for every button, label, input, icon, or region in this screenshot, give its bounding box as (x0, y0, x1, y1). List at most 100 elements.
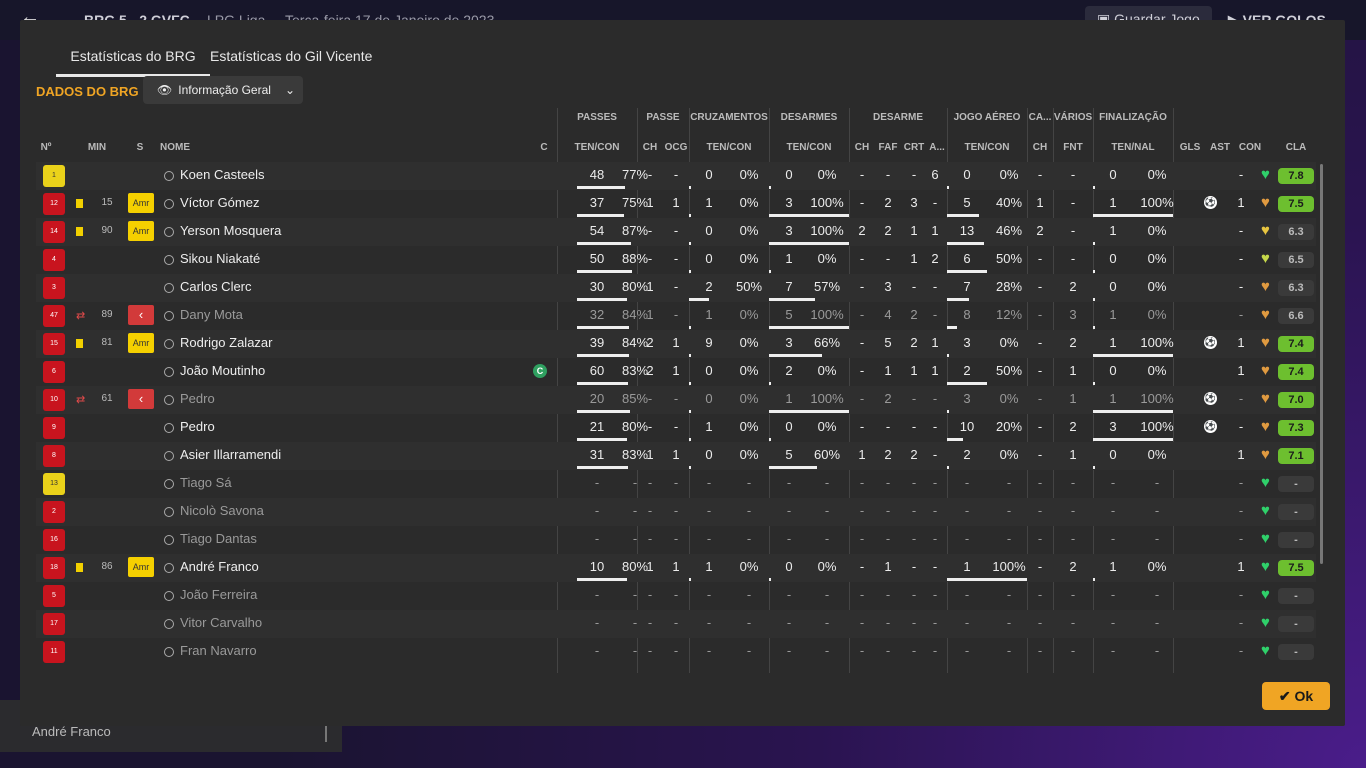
table-row[interactable]: 13 Tiago Sá - - - - - - - - - - - - - - - - - - - ♥ - (36, 470, 1316, 498)
assists: 1 (1237, 335, 1245, 350)
background-scroll-handle[interactable] (325, 726, 327, 742)
table-row[interactable]: 2 Nicolò Savona - - - - - - - - - - - - - - - - - - - ♥ - (36, 498, 1316, 526)
tackles-won-pct: 0% (817, 167, 837, 182)
tackles-completion-bar (769, 410, 849, 413)
key-tackles: - (859, 587, 865, 602)
interceptions: 2 (910, 307, 918, 322)
blocks: - (932, 559, 938, 574)
assists: - (1238, 475, 1244, 490)
blocks: - (932, 503, 938, 518)
table-row[interactable]: 8 Asier Illarramendi 31 83% 1 1 0 0% 5 60% 1 2 2-2 0%… (36, 442, 1316, 470)
player-name[interactable]: Fran Navarro (180, 638, 257, 664)
shirt-number-icon: 18 (43, 557, 65, 579)
player-name[interactable]: Asier Illarramendi (180, 442, 281, 468)
table-row[interactable]: 12 15 Amr Víctor Gómez 37 75% 1 1 1 0% 3 100% -2 3-5 4… (36, 190, 1316, 218)
condition-heart-icon: ♥ (1261, 222, 1270, 239)
person-icon (164, 507, 174, 517)
passes-attempted: - (594, 503, 600, 518)
column-header: TEN/CON (786, 142, 832, 153)
table-row[interactable]: 47 ⇄ 89 ‹ Dany Mota 32 84% 1-1 0% 5 100% -4 2-8 12% -3… (36, 302, 1316, 330)
headers-completion-bar (947, 326, 957, 329)
fouls: - (885, 503, 891, 518)
table-row[interactable]: 6 João Moutinho C 60 83% 2 1 0 0% 2 0% -1 1 1 2 50% -1 0 0… (36, 358, 1316, 386)
player-name[interactable]: Carlos Clerc (180, 274, 252, 300)
match-stats-dialog: Estatísticas do BRG Estatísticas do Gil … (20, 20, 1345, 726)
table-row[interactable]: 10 ⇄ 61 ‹ Pedro 20 85% - -0 0% 1 100% -2- -3 0% -1 1 100%… (36, 386, 1316, 414)
passes-completion-bar (577, 326, 629, 329)
shots-on-target-pct: 0% (1147, 279, 1167, 294)
table-row[interactable]: 3 Carlos Clerc 30 80% 1-2 50% 7 57% -3- -7 28% -2 0 0… (36, 274, 1316, 302)
ok-button[interactable]: ✔ Ok (1262, 682, 1330, 710)
table-row[interactable]: 18 86 Amr André Franco 10 80% 1 1 1 0% 0 0% -1- -1 100… (36, 554, 1316, 582)
headers-attempted: 3 (963, 335, 971, 350)
table-row[interactable]: 9 Pedro 21 80% - -1 0% 0 0% - - - -10 20% -2 3 100% ⚽ - ♥ 7.… (36, 414, 1316, 442)
player-name[interactable]: Sikou Niakaté (180, 246, 260, 272)
shots-on-target-pct: - (1154, 531, 1160, 546)
player-name[interactable]: André Franco (180, 554, 259, 580)
table-row[interactable]: 14 90 Amr Yerson Mosquera 54 87% - -0 0% 3 100% 2 2 1… (36, 218, 1316, 246)
blocks: - (932, 279, 938, 294)
player-name[interactable]: Yerson Mosquera (180, 218, 281, 244)
table-row[interactable]: 1 Koen Casteels 48 77% - -0 0% 0 0% - - -6 0 0% - -0 0% -… (36, 162, 1316, 190)
key-tackles: - (859, 419, 865, 434)
shots-completion-bar (1093, 298, 1095, 301)
player-name[interactable]: Tiago Dantas (180, 526, 257, 552)
chances-created: 1 (672, 447, 680, 462)
shirt-number-icon: 15 (43, 333, 65, 355)
headers-attempted: 3 (963, 391, 971, 406)
tackles-completion-bar (769, 438, 771, 441)
player-name[interactable]: João Moutinho (180, 358, 265, 384)
table-row[interactable]: 11 Fran Navarro - - - - - - - - - - - - - - - - - - - ♥ - (36, 638, 1316, 666)
table-row[interactable]: 4 Sikou Niakaté 50 88% - -0 0% 1 0% - -1 2 6 50% - -0 0%… (36, 246, 1316, 274)
player-name[interactable]: João Ferreira (180, 582, 257, 608)
table-row[interactable]: 16 Tiago Dantas - - - - - - - - - - - - - - - - - - - ♥ - (36, 526, 1316, 554)
condition-heart-icon: ♥ (1261, 446, 1270, 463)
view-dropdown[interactable]: 👁 Informação Geral ⌄ (143, 76, 303, 104)
passes-completion-bar (577, 410, 630, 413)
player-name[interactable]: Nicolò Savona (180, 498, 264, 524)
headers-attempted: - (964, 531, 970, 546)
crosses-attempted: 0 (705, 363, 713, 378)
column-group-header: CRUZAMENTOS (690, 112, 768, 123)
player-name[interactable]: Vitor Carvalho (180, 610, 262, 636)
condition-heart-icon: ♥ (1261, 502, 1270, 519)
key-tackles: - (859, 279, 865, 294)
shots: - (1110, 643, 1116, 658)
condition-heart-icon: ♥ (1261, 474, 1270, 491)
blocks: 6 (931, 167, 939, 182)
table-scrollbar[interactable] (1320, 164, 1323, 564)
player-name[interactable]: Koen Casteels (180, 162, 265, 188)
player-name[interactable]: Tiago Sá (180, 470, 232, 496)
assists: 1 (1237, 447, 1245, 462)
chances-created: - (673, 223, 679, 238)
chances-created: - (673, 279, 679, 294)
column-header: CLA (1285, 142, 1307, 153)
shirt-number-icon: 5 (43, 585, 65, 607)
key-tackles: - (859, 475, 865, 490)
headers-won-pct: - (1006, 643, 1012, 658)
rating-badge: 7.3 (1278, 420, 1314, 436)
headers-won-pct: 20% (995, 419, 1023, 434)
blocks: 2 (931, 251, 939, 266)
player-name[interactable]: Pedro (180, 386, 215, 412)
table-row[interactable]: 17 Vitor Carvalho - - - - - - - - - - - - - - - - - - - ♥ - (36, 610, 1316, 638)
yellow-card-icon (76, 227, 83, 236)
yellow-cards: - (1037, 475, 1043, 490)
tab-brg-stats[interactable]: Estatísticas do BRG (56, 48, 210, 78)
rating-badge: - (1278, 532, 1314, 548)
player-name[interactable]: Dany Mota (180, 302, 243, 328)
table-row[interactable]: 15 81 Amr Rodrigo Zalazar 39 84% 2 1 9 0% 3 66% -5 2 1… (36, 330, 1316, 358)
crosses-attempted: 9 (705, 335, 713, 350)
condition-heart-icon: ♥ (1261, 586, 1270, 603)
player-name[interactable]: Pedro (180, 414, 215, 440)
tackles-completion-bar (769, 354, 822, 357)
yellow-cards: - (1037, 251, 1043, 266)
player-stats-table: 1 Koen Casteels 48 77% - -0 0% 0 0% - - -6 0 0% - -0 0% -… (36, 162, 1316, 673)
crosses-completed-pct: 50% (735, 279, 763, 294)
substitution-icon: ⇄ (76, 310, 86, 322)
table-row[interactable]: 5 João Ferreira - - - - - - - - - - - - - - - - - - - ♥ - (36, 582, 1316, 610)
fouls-suffered: - (1070, 615, 1076, 630)
player-name[interactable]: Víctor Gómez (180, 190, 259, 216)
tab-gil-vicente-stats[interactable]: Estatísticas do Gil Vicente (210, 48, 372, 64)
player-name[interactable]: Rodrigo Zalazar (180, 330, 273, 356)
